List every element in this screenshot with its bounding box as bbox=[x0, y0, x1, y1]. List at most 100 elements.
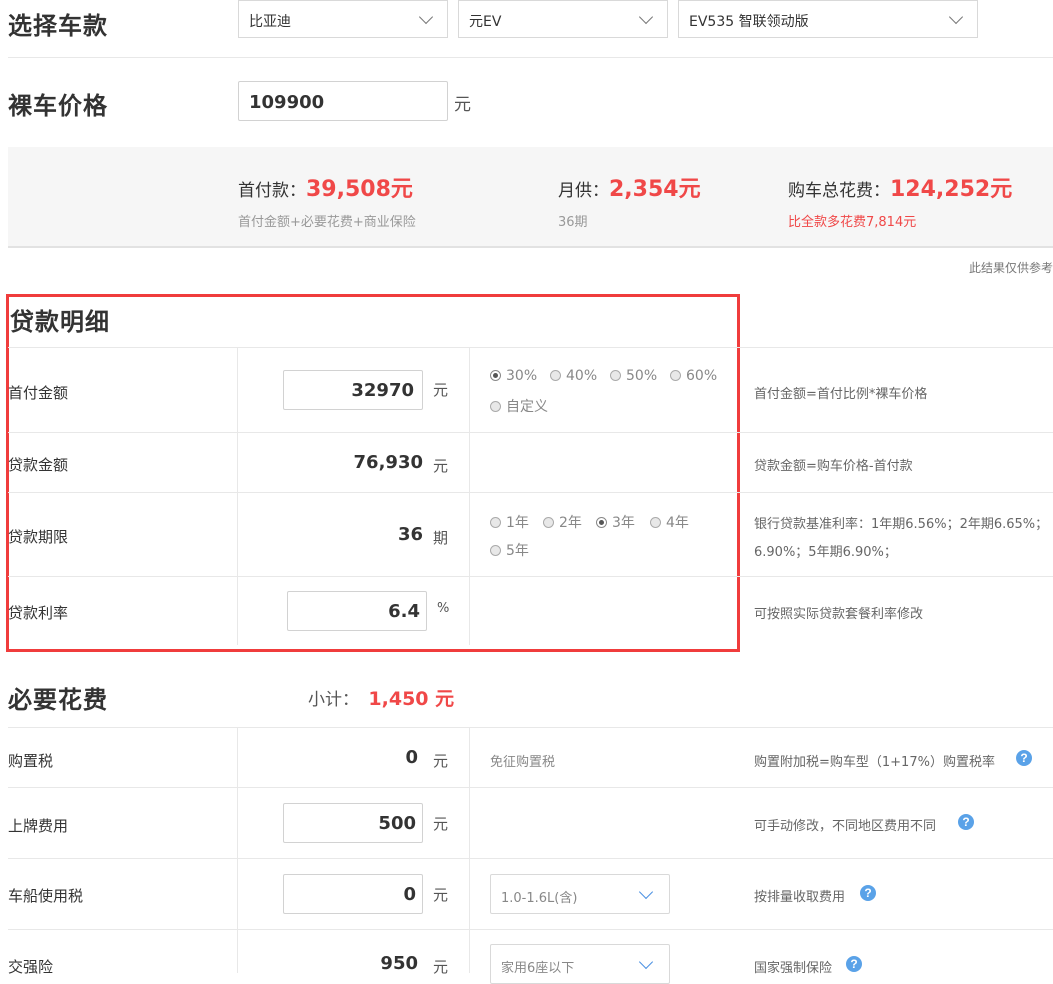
down-payment-note: 首付金额+必要花费+商业保险 bbox=[238, 215, 416, 230]
down-amount-note: 首付金额=首付比例*裸车价格 bbox=[754, 387, 928, 402]
loan-term-value: 36 bbox=[397, 524, 423, 545]
disclaimer: 此结果仅供参考 bbox=[968, 261, 1053, 275]
ratio-option-custom[interactable]: 自定义 bbox=[490, 396, 548, 416]
chevron-down-icon bbox=[638, 9, 654, 25]
divider bbox=[8, 347, 1053, 348]
ratio-option-30[interactable]: 30% bbox=[490, 368, 537, 384]
column-divider bbox=[237, 727, 238, 973]
column-divider bbox=[469, 347, 470, 645]
series-select-value: 元EV bbox=[469, 14, 502, 30]
column-divider bbox=[237, 347, 238, 645]
section-title-price: 裸车价格 bbox=[8, 92, 108, 120]
loan-term-note-line1: 银行贷款基准利率：1年期6.56%；2年期6.65%； bbox=[754, 517, 1049, 532]
brand-select[interactable]: 比亚迪 bbox=[238, 0, 448, 38]
chevron-down-icon bbox=[948, 9, 964, 25]
ratio-option-40[interactable]: 40% bbox=[550, 368, 597, 384]
section-title-loan: 贷款明细 bbox=[10, 308, 110, 336]
column-divider bbox=[469, 727, 470, 973]
plate-fee-label: 上牌费用 bbox=[8, 817, 69, 835]
section-title-fees: 必要花费 bbox=[8, 686, 108, 714]
radio-icon bbox=[543, 517, 554, 528]
vessel-tax-label: 车船使用税 bbox=[8, 887, 84, 905]
chevron-down-icon bbox=[638, 954, 654, 970]
ratio-option-label: 60% bbox=[686, 368, 718, 384]
series-select[interactable]: 元EV bbox=[458, 0, 668, 38]
seat-type-select-value: 家用6座以下 bbox=[501, 961, 575, 976]
divider bbox=[8, 858, 1053, 859]
ratio-option-label: 40% bbox=[566, 368, 598, 384]
model-select[interactable]: EV535 智联领动版 bbox=[678, 0, 978, 38]
vessel-tax-input[interactable]: 0 bbox=[283, 874, 423, 914]
vessel-tax-note: 按排量收取费用 bbox=[754, 890, 846, 905]
total-summary: 购车总花费：124,252元 bbox=[788, 171, 1012, 203]
divider bbox=[8, 576, 1053, 577]
radio-icon bbox=[650, 517, 661, 528]
plate-fee-input[interactable]: 500 bbox=[283, 803, 423, 843]
fees-subtotal-label: 小计： bbox=[308, 690, 359, 710]
ratio-option-50[interactable]: 50% bbox=[610, 368, 657, 384]
interest-rate-input[interactable]: 6.4 bbox=[287, 591, 427, 631]
down-payment-summary: 首付款：39,508元 bbox=[238, 171, 413, 203]
compulsory-insurance-label: 交强险 bbox=[8, 958, 54, 976]
divider bbox=[8, 432, 1053, 433]
brand-select-value: 比亚迪 bbox=[249, 14, 291, 30]
down-amount-label: 首付金额 bbox=[8, 384, 69, 402]
ratio-option-60[interactable]: 60% bbox=[670, 368, 717, 384]
help-icon[interactable]: ? bbox=[860, 885, 876, 901]
loan-amount-value: 76,930 bbox=[353, 452, 423, 473]
term-option-label: 1年 bbox=[506, 515, 529, 531]
compulsory-insurance-unit: 元 bbox=[433, 958, 449, 976]
down-amount-unit: 元 bbox=[433, 381, 449, 399]
interest-rate-unit: % bbox=[437, 601, 450, 616]
down-amount-input[interactable]: 32970 bbox=[283, 370, 423, 410]
radio-icon bbox=[610, 370, 621, 381]
divider bbox=[8, 57, 1053, 58]
compulsory-insurance-note: 国家强制保险 bbox=[754, 961, 833, 976]
loan-amount-unit: 元 bbox=[433, 457, 449, 475]
radio-icon bbox=[490, 517, 501, 528]
ratio-option-label: 30% bbox=[506, 368, 538, 384]
total-note: 比全款多花费7,814元 bbox=[788, 215, 917, 230]
purchase-tax-note: 购置附加税=购车型（1+17%）购置税率 bbox=[754, 755, 995, 770]
term-option-2[interactable]: 2年 bbox=[543, 512, 582, 532]
monthly-value: 2,354元 bbox=[609, 177, 701, 202]
term-option-5[interactable]: 5年 bbox=[490, 540, 529, 560]
divider bbox=[8, 492, 1053, 493]
plate-fee-note: 可手动修改，不同地区费用不同 bbox=[754, 819, 937, 834]
loan-term-label: 贷款期限 bbox=[8, 528, 69, 546]
purchase-tax-label: 购置税 bbox=[8, 752, 54, 770]
monthly-label: 月供： bbox=[558, 181, 609, 201]
ratio-option-label: 50% bbox=[626, 368, 658, 384]
monthly-note: 36期 bbox=[558, 215, 588, 230]
down-payment-value: 39,508元 bbox=[306, 177, 413, 202]
compulsory-insurance-value: 950 bbox=[380, 953, 418, 974]
divider bbox=[8, 787, 1053, 788]
help-icon[interactable]: ? bbox=[958, 814, 974, 830]
ratio-option-label: 自定义 bbox=[506, 399, 548, 415]
help-icon[interactable]: ? bbox=[846, 956, 862, 972]
radio-icon bbox=[490, 545, 501, 556]
loan-term-note-line2: 6.90%；5年期6.90%； bbox=[754, 545, 897, 560]
radio-icon bbox=[670, 370, 681, 381]
term-option-label: 5年 bbox=[506, 543, 529, 559]
vessel-tax-unit: 元 bbox=[433, 886, 449, 904]
term-option-label: 3年 bbox=[612, 515, 635, 531]
term-option-1[interactable]: 1年 bbox=[490, 512, 529, 532]
term-option-4[interactable]: 4年 bbox=[650, 512, 689, 532]
price-input[interactable]: 109900 bbox=[238, 81, 448, 121]
plate-fee-unit: 元 bbox=[433, 815, 449, 833]
divider bbox=[8, 929, 1053, 930]
radio-icon bbox=[490, 401, 501, 412]
total-label: 购车总花费： bbox=[788, 181, 890, 201]
help-icon[interactable]: ? bbox=[1016, 750, 1032, 766]
price-unit: 元 bbox=[454, 95, 471, 115]
model-select-value: EV535 智联领动版 bbox=[689, 14, 809, 30]
total-value: 124,252元 bbox=[890, 177, 1013, 202]
displacement-select-value: 1.0-1.6L(含) bbox=[501, 891, 578, 906]
section-title-car-select: 选择车款 bbox=[8, 12, 108, 40]
monthly-summary: 月供：2,354元 bbox=[558, 171, 701, 203]
seat-type-select[interactable]: 家用6座以下 bbox=[490, 944, 670, 984]
fees-subtotal: 小计： 1,450 元 bbox=[308, 684, 454, 711]
displacement-select[interactable]: 1.0-1.6L(含) bbox=[490, 874, 670, 914]
term-option-3[interactable]: 3年 bbox=[596, 512, 635, 532]
